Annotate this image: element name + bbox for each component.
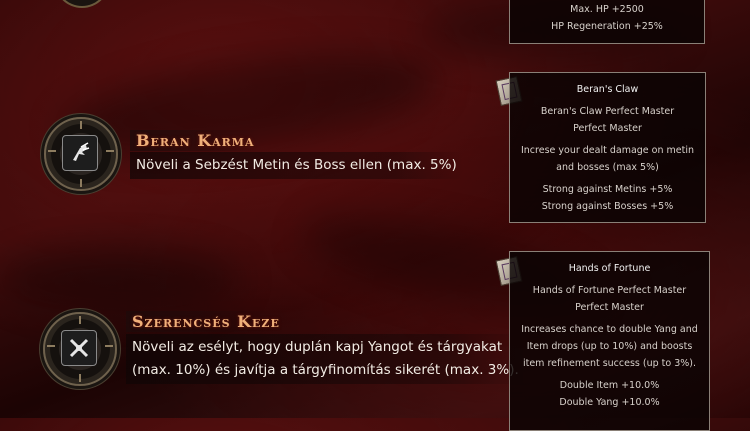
tooltip-name: Beran's Claw [576, 84, 639, 95]
skill-description-line: Növeli az esélyt, hogy duplán kapj Yango… [132, 339, 503, 355]
skill-description: Növeli az esélyt, hogy duplán kapj Yango… [126, 334, 525, 384]
skill-title: Szerencsés Keze [126, 311, 286, 332]
tooltip-line: HP Regeneration +25% [551, 21, 663, 32]
tooltip-description: Increse your dealt damage on metin [520, 145, 695, 156]
tooltip-mastery: Beran's Claw Perfect Master [540, 106, 675, 117]
skill-tooltip: Beran's Claw Beran's Claw Perfect Master… [509, 72, 706, 223]
tooltip-stat: Strong against Bosses +5% [541, 201, 674, 212]
tooltip-line: Max. HP +2500 [570, 4, 644, 15]
skill-icon-szerencses-keze[interactable] [43, 312, 117, 386]
tooltip-mastery: Perfect Master [575, 302, 644, 313]
skill-title: Beran Karma [130, 130, 261, 151]
tooltip-description: item refinement success (up to 3%). [522, 358, 697, 369]
tooltip-description: and bosses (max 5%) [556, 162, 659, 173]
tooltip-description: Item drops (up to 10%) and boosts [526, 341, 693, 352]
sword-icon [61, 330, 97, 366]
tooltip-stat: Strong against Metins +5% [542, 184, 673, 195]
tooltip-stat: Double Item +10.0% [559, 380, 660, 391]
claw-icon [62, 135, 98, 171]
tooltip-stat: Double Yang +10.0% [559, 397, 660, 408]
tooltip-name: Hands of Fortune [568, 263, 651, 274]
skill-description-line: (max. 10%) és javítja a tárgyfinomítás s… [132, 362, 519, 378]
skill-description: Növeli a Sebzést Metin és Boss ellen (ma… [130, 152, 463, 179]
tooltip-partial: Max. HP +2500 HP Regeneration +25% [509, 0, 705, 44]
skill-emblem-partial [54, 0, 110, 8]
tooltip-description: Increases chance to double Yang and [521, 324, 698, 335]
skill-icon-beran-karma[interactable] [44, 117, 118, 191]
tooltip-mastery: Hands of Fortune Perfect Master [532, 285, 687, 296]
tooltip-mastery: Perfect Master [573, 123, 642, 134]
skill-tooltip: Hands of Fortune Hands of Fortune Perfec… [509, 251, 710, 431]
